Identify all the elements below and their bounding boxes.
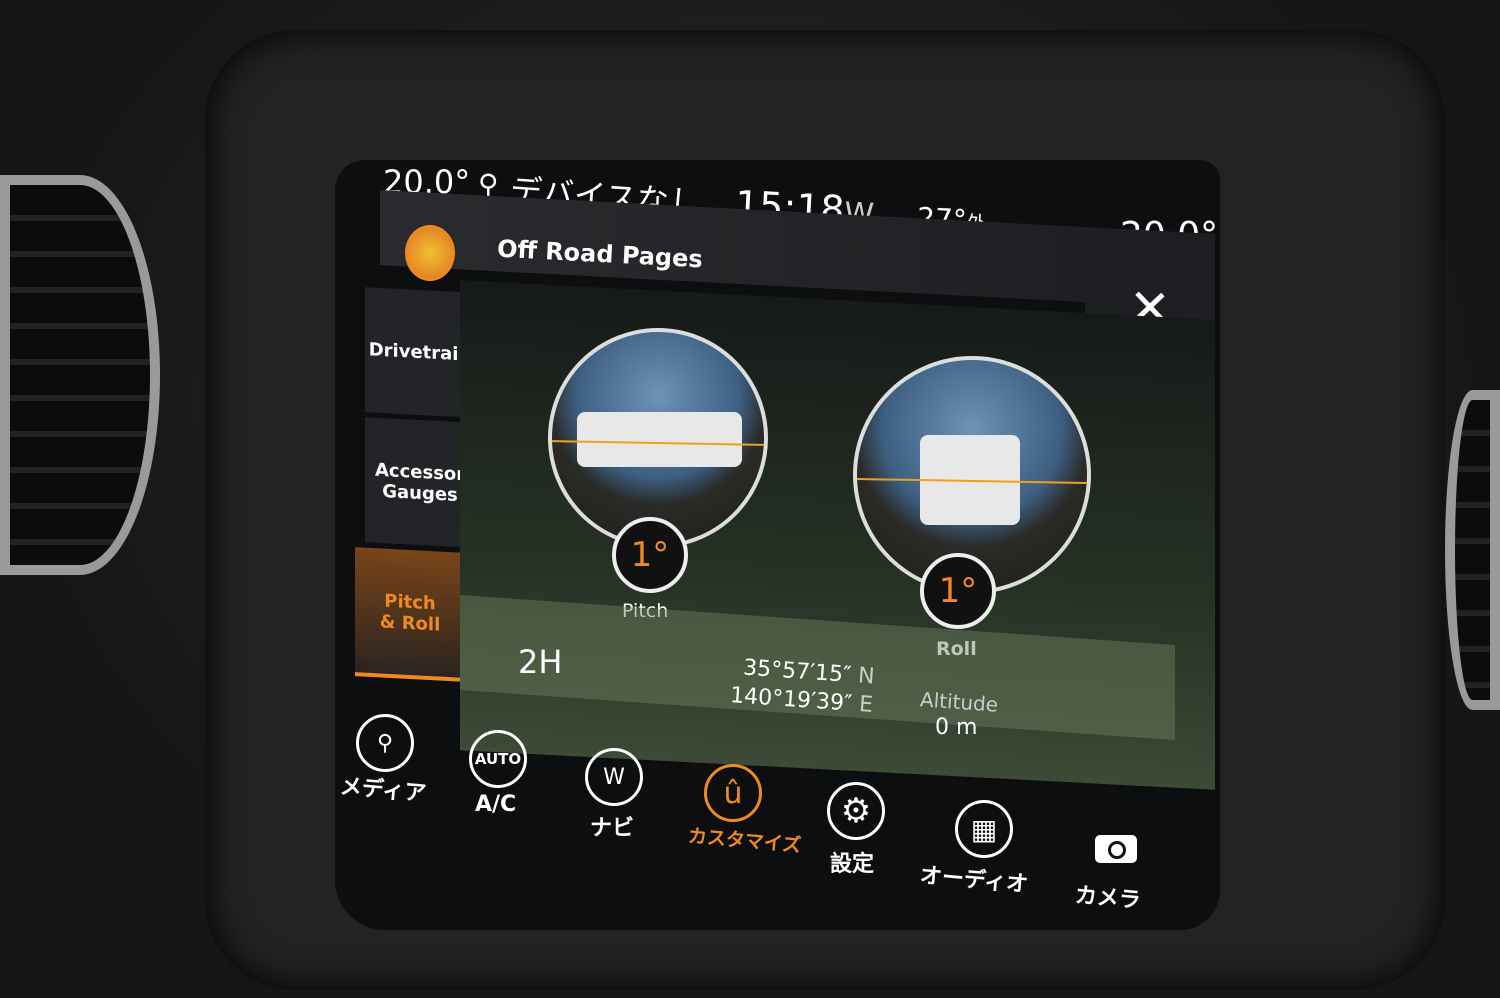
tire-tread-icon — [405, 225, 455, 281]
sidebar-item-pitch-roll[interactable]: Pitch & Roll — [355, 547, 465, 682]
air-vent-left — [0, 175, 160, 575]
roll-value-badge: 1° — [920, 553, 996, 629]
pitch-gauge — [548, 328, 768, 548]
compass-icon: W — [585, 748, 643, 806]
usb-icon: ⚲ — [356, 714, 414, 772]
sidebar-item-drivetrain[interactable]: Drivetrain — [365, 287, 475, 418]
pitch-value-badge: 1° — [612, 517, 688, 593]
air-vent-right — [1445, 390, 1500, 710]
sidebar-item-label: Pitch & Roll — [379, 590, 441, 636]
equalizer-icon: ▦ — [955, 800, 1013, 858]
altitude-value: 0 m — [935, 715, 978, 740]
camera-lens — [1108, 841, 1126, 859]
sidebar-item-label: Accessory Gauges — [375, 459, 477, 506]
dock-label: ナビ — [590, 816, 635, 841]
climate-auto-icon: AUTO — [469, 730, 527, 788]
dock-label: 設定 — [830, 852, 875, 877]
latitude-dir: N — [857, 663, 876, 690]
drive-mode: 2H — [518, 643, 563, 681]
camera-icon — [1095, 835, 1137, 863]
sidebar-item-label: Drivetrain — [368, 339, 472, 366]
dock-label: カメラ — [1073, 883, 1142, 914]
dock-label: A/C — [475, 792, 517, 817]
vehicle-side-view — [577, 412, 742, 467]
longitude-dir: E — [858, 692, 874, 718]
gear-icon: ⚙ — [827, 782, 885, 840]
sidebar-item-accessory-gauges[interactable]: Accessory Gauges — [365, 417, 477, 548]
uconnect-icon: û — [704, 764, 762, 822]
